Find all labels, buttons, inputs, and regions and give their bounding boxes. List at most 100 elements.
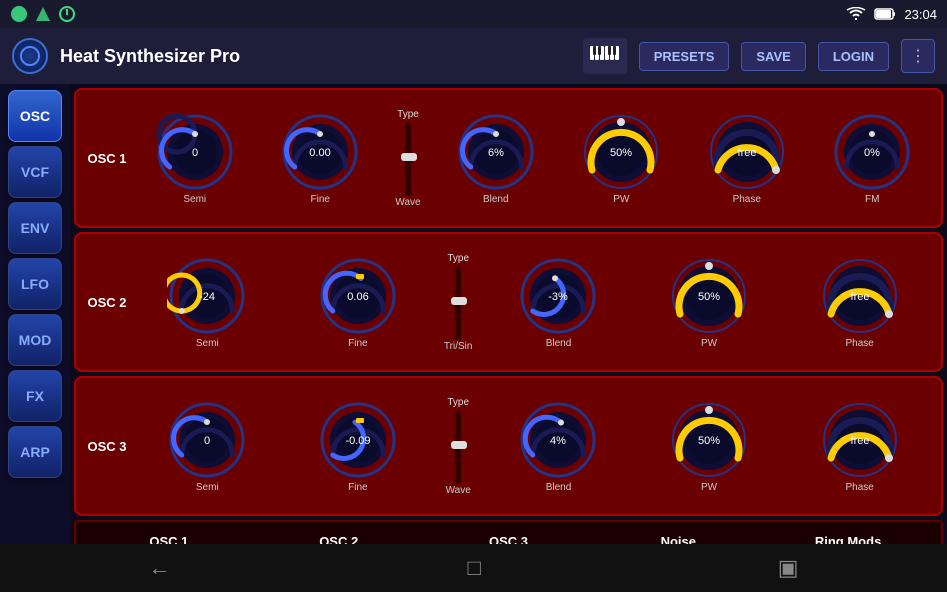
svg-text:free: free bbox=[850, 434, 869, 446]
app-title: Heat Synthesizer Pro bbox=[60, 46, 571, 67]
osc2-pw-group: 50% PW bbox=[634, 256, 785, 349]
osc1-semi-knob[interactable]: 0 bbox=[155, 112, 235, 192]
osc1-blend-group: 6% Blend bbox=[433, 112, 559, 205]
sidebar-item-osc[interactable]: OSC bbox=[8, 90, 62, 142]
bottom-nav: ← □ ▣ bbox=[0, 544, 947, 592]
osc2-blend-knob[interactable]: -3% bbox=[518, 256, 598, 336]
osc2-semi-knob[interactable]: -24 bbox=[167, 256, 247, 336]
status-bar: 23:04 bbox=[0, 0, 947, 28]
osc2-blend-group: -3% Blend bbox=[483, 256, 634, 349]
osc3-semi-knob[interactable]: 0 bbox=[167, 400, 247, 480]
home-button[interactable]: □ bbox=[467, 555, 480, 581]
svg-text:-24: -24 bbox=[199, 290, 215, 302]
back-button[interactable]: ← bbox=[148, 555, 170, 581]
osc1-pw-knob[interactable]: 50% bbox=[581, 112, 661, 192]
osc3-type-label: Type bbox=[447, 397, 469, 408]
more-button[interactable]: ⋮ bbox=[901, 39, 935, 73]
osc1-pw-group: 50% PW bbox=[559, 112, 685, 205]
osc2-fine-knob[interactable]: 0.06 bbox=[318, 256, 398, 336]
osc2-pw-label: PW bbox=[701, 338, 717, 349]
svg-text:-3%: -3% bbox=[549, 290, 569, 302]
osc3-wave-group: Type Wave bbox=[433, 397, 483, 496]
status-left bbox=[10, 5, 76, 23]
presets-button[interactable]: PRESETS bbox=[639, 42, 730, 71]
osc1-wave-label: Wave bbox=[395, 197, 420, 208]
svg-text:free: free bbox=[737, 146, 756, 158]
osc1-fm-group: 0% FM bbox=[810, 112, 936, 205]
svg-text:6%: 6% bbox=[488, 146, 504, 158]
osc2-semi-group: -24 Semi bbox=[132, 256, 283, 349]
battery-icon bbox=[874, 7, 896, 21]
osc2-fine-label: Fine bbox=[348, 338, 367, 349]
osc2-wave-slider[interactable] bbox=[454, 266, 462, 341]
svg-text:4%: 4% bbox=[551, 434, 567, 446]
sidebar-item-lfo[interactable]: LFO bbox=[8, 258, 62, 310]
osc3-semi-label: Semi bbox=[196, 482, 219, 493]
svg-text:0.00: 0.00 bbox=[310, 146, 331, 158]
osc2-wave-thumb[interactable] bbox=[451, 297, 467, 305]
osc1-phase-label: Phase bbox=[733, 194, 761, 205]
sidebar-item-vcf[interactable]: VCF bbox=[8, 146, 62, 198]
osc3-fine-group: -0.09 Fine bbox=[283, 400, 434, 493]
app-logo-inner bbox=[20, 46, 40, 66]
osc1-phase-knob[interactable]: free bbox=[707, 112, 787, 192]
osc1-wave-slider[interactable] bbox=[404, 122, 412, 197]
status-right: 23:04 bbox=[846, 7, 937, 22]
osc2-semi-label: Semi bbox=[196, 338, 219, 349]
osc3-wave-label: Wave bbox=[446, 485, 471, 496]
sidebar-item-mod[interactable]: MOD bbox=[8, 314, 62, 366]
osc1-wave-thumb[interactable] bbox=[401, 153, 417, 161]
osc2-label: OSC 2 bbox=[82, 295, 132, 310]
svg-text:0%: 0% bbox=[864, 146, 880, 158]
osc1-semi-label: Semi bbox=[183, 194, 206, 205]
notification-icon bbox=[58, 5, 76, 23]
osc2-wave-label: Tri/Sin bbox=[444, 341, 473, 352]
app-logo bbox=[12, 38, 48, 74]
piano-icon bbox=[589, 45, 621, 67]
svg-text:50%: 50% bbox=[610, 146, 632, 158]
osc3-phase-label: Phase bbox=[845, 482, 873, 493]
osc1-fine-knob[interactable]: 0.00 bbox=[280, 112, 360, 192]
save-button[interactable]: SAVE bbox=[741, 42, 805, 71]
osc1-type-label: Type bbox=[397, 109, 419, 120]
osc1-fine-label: Fine bbox=[311, 194, 330, 205]
osc1-fm-knob[interactable]: 0% bbox=[832, 112, 912, 192]
sidebar-item-fx[interactable]: FX bbox=[8, 370, 62, 422]
osc2-phase-label: Phase bbox=[845, 338, 873, 349]
osc3-semi-group: 0 Semi bbox=[132, 400, 283, 493]
osc3-wave-thumb[interactable] bbox=[451, 441, 467, 449]
osc3-pw-knob[interactable]: 50% bbox=[669, 400, 749, 480]
osc3-label: OSC 3 bbox=[82, 439, 132, 454]
osc3-phase-group: free Phase bbox=[784, 400, 935, 493]
osc1-semi-group: 0 Semi bbox=[132, 112, 258, 205]
android-icon bbox=[10, 5, 28, 23]
osc1-label: OSC 1 bbox=[82, 151, 132, 166]
top-bar: Heat Synthesizer Pro PRESETS SAVE LOGIN … bbox=[0, 28, 947, 84]
recents-button[interactable]: ▣ bbox=[778, 555, 799, 581]
sidebar-item-env[interactable]: ENV bbox=[8, 202, 62, 254]
osc3-blend-knob[interactable]: 4% bbox=[518, 400, 598, 480]
svg-text:0.06: 0.06 bbox=[347, 290, 368, 302]
piano-button[interactable] bbox=[583, 38, 627, 74]
osc3-phase-knob[interactable]: free bbox=[820, 400, 900, 480]
osc3-blend-label: Blend bbox=[546, 482, 572, 493]
osc2-phase-knob[interactable]: free bbox=[820, 256, 900, 336]
svg-text:0: 0 bbox=[192, 146, 198, 158]
osc1-blend-label: Blend bbox=[483, 194, 509, 205]
svg-text:0: 0 bbox=[204, 434, 210, 446]
osc3-row: OSC 3 0 Semi bbox=[74, 376, 943, 516]
svg-text:free: free bbox=[850, 290, 869, 302]
osc2-phase-group: free Phase bbox=[784, 256, 935, 349]
login-button[interactable]: LOGIN bbox=[818, 42, 889, 71]
osc1-phase-group: free Phase bbox=[684, 112, 810, 205]
osc2-type-label: Type bbox=[447, 253, 469, 264]
sidebar: OSC VCF ENV LFO MOD FX ARP bbox=[0, 84, 70, 592]
osc3-pw-label: PW bbox=[701, 482, 717, 493]
svg-text:50%: 50% bbox=[698, 434, 720, 446]
osc1-blend-knob[interactable]: 6% bbox=[456, 112, 536, 192]
sidebar-item-arp[interactable]: ARP bbox=[8, 426, 62, 478]
osc2-fine-group: 0.06 Fine bbox=[283, 256, 434, 349]
osc2-pw-knob[interactable]: 50% bbox=[669, 256, 749, 336]
osc3-fine-knob[interactable]: -0.09 bbox=[318, 400, 398, 480]
osc3-wave-slider[interactable] bbox=[454, 410, 462, 485]
